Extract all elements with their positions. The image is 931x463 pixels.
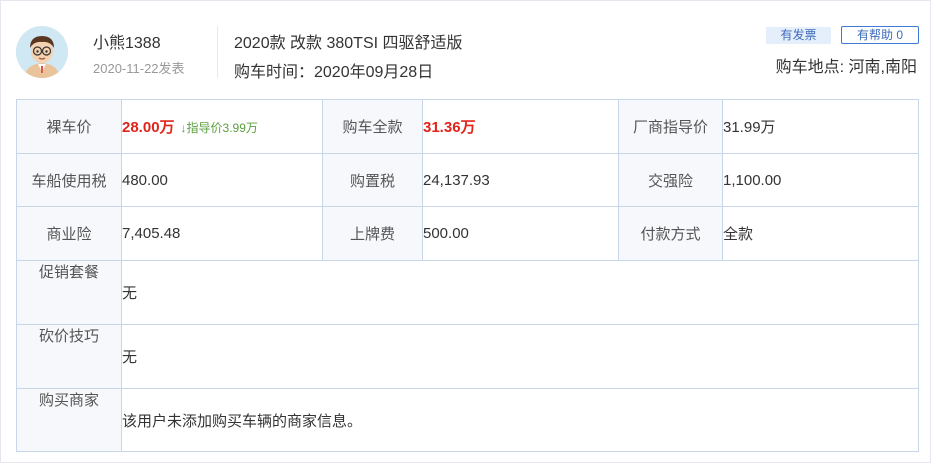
table-row: 促销套餐 无: [16, 260, 919, 325]
table-row: 购买商家 该用户未添加购买车辆的商家信息。: [16, 388, 919, 452]
bare-price-value: 28.00万: [122, 119, 175, 136]
commercial-insurance-label: 商业险: [16, 206, 122, 261]
purchase-location: 购车地点: 河南,南阳: [775, 59, 917, 76]
table-row: 车船使用税 480.00 购置税 24,137.93 交强险 1,100.00: [16, 153, 919, 207]
compulsory-insurance-label: 交强险: [618, 153, 723, 207]
table-row: 裸车价 28.00万 ↓指导价3.99万 购车全款 31.36万 厂商指导价 31…: [16, 99, 919, 154]
post-date: 2020-11-22发表: [93, 61, 185, 76]
msrp-label: 厂商指导价: [618, 99, 723, 154]
purchase-tax-value: 24,137.93: [422, 153, 619, 207]
vehicle-tax-label: 车船使用税: [16, 153, 122, 207]
total-price-value: 31.36万: [423, 119, 476, 136]
plate-fee-label: 上牌费: [322, 206, 423, 261]
purchase-time: 购车时间：2020年09月28日: [234, 64, 434, 81]
plate-fee-value: 500.00: [422, 206, 619, 261]
table-row: 商业险 7,405.48 上牌费 500.00 付款方式 全款: [16, 206, 919, 261]
bargain-tips-label: 砍价技巧: [16, 324, 122, 389]
total-price-cell: 31.36万: [422, 99, 619, 154]
compulsory-insurance-value: 1,100.00: [722, 153, 919, 207]
user-name[interactable]: 小熊1388: [93, 29, 161, 53]
header-divider: [217, 26, 218, 78]
msrp-value: 31.99万: [722, 99, 919, 154]
dealer-value: 该用户未添加购买车辆的商家信息。: [121, 388, 919, 452]
review-card: 小熊1388 2020-11-22发表 2020款 改款 380TSI 四驱舒适…: [0, 0, 931, 463]
car-model-title[interactable]: 2020款 改款 380TSI 四驱舒适版: [234, 29, 463, 53]
user-avatar[interactable]: [16, 26, 68, 78]
purchase-tax-label: 购置税: [322, 153, 423, 207]
payment-method-value: 全款: [722, 206, 919, 261]
price-info-table: 裸车价 28.00万 ↓指导价3.99万 购车全款 31.36万 厂商指导价 31…: [16, 99, 919, 452]
helpful-button[interactable]: 有帮助 0: [841, 26, 919, 44]
avatar-cartoon-icon: [16, 26, 68, 78]
bare-price-label: 裸车价: [16, 99, 122, 154]
table-row: 砍价技巧 无: [16, 324, 919, 389]
invoice-badge: 有发票: [766, 27, 831, 44]
vehicle-tax-value: 480.00: [121, 153, 323, 207]
dealer-label: 购买商家: [16, 388, 122, 452]
promotion-label: 促销套餐: [16, 260, 122, 325]
bargain-tips-value: 无: [121, 324, 919, 389]
total-price-label: 购车全款: [322, 99, 423, 154]
promotion-value: 无: [121, 260, 919, 325]
guide-price-note: ↓指导价3.99万: [180, 121, 258, 135]
commercial-insurance-value: 7,405.48: [121, 206, 323, 261]
payment-method-label: 付款方式: [618, 206, 723, 261]
bare-price-cell: 28.00万 ↓指导价3.99万: [121, 99, 323, 154]
